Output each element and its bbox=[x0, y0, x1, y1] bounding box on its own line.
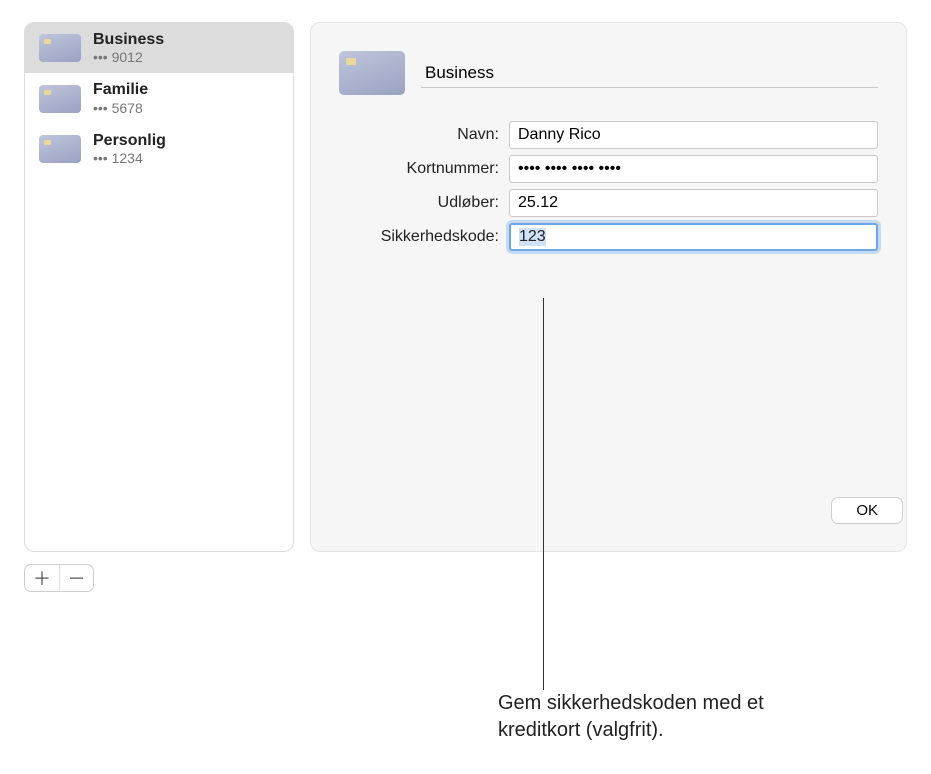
card-item-title: Personlig bbox=[93, 132, 166, 150]
card-item-title: Business bbox=[93, 31, 164, 49]
callout-leader-line bbox=[543, 298, 544, 690]
plus-icon: ＋ bbox=[33, 565, 51, 591]
credit-card-icon bbox=[339, 51, 405, 95]
label-expiry: Udløber: bbox=[339, 194, 509, 212]
ok-button[interactable]: OK bbox=[831, 497, 903, 524]
label-name: Navn: bbox=[339, 126, 509, 144]
cardholder-name-input[interactable] bbox=[509, 121, 878, 149]
card-list-item-business[interactable]: Business ••• 9012 bbox=[25, 23, 293, 73]
security-code-input[interactable]: 123 bbox=[509, 223, 878, 251]
card-number-input[interactable] bbox=[509, 155, 878, 183]
minus-icon: － bbox=[68, 565, 86, 591]
credit-card-icon bbox=[39, 85, 81, 113]
add-remove-group: ＋ － bbox=[24, 564, 94, 592]
label-security-code: Sikkerhedskode: bbox=[339, 228, 509, 246]
add-card-button[interactable]: ＋ bbox=[25, 565, 59, 591]
expiry-input[interactable] bbox=[509, 189, 878, 217]
card-item-last4: ••• 5678 bbox=[93, 100, 148, 116]
callout-text: Gem sikkerhedskoden med et kreditkort (v… bbox=[498, 690, 828, 744]
card-item-title: Familie bbox=[93, 81, 148, 99]
card-list-item-familie[interactable]: Familie ••• 5678 bbox=[25, 73, 293, 123]
card-list-item-personlig[interactable]: Personlig ••• 1234 bbox=[25, 124, 293, 174]
card-detail-panel: Navn: Kortnummer: Udløber: Sikkerhedskod… bbox=[310, 22, 907, 552]
card-item-last4: ••• 9012 bbox=[93, 49, 164, 65]
card-item-last4: ••• 1234 bbox=[93, 150, 166, 166]
remove-card-button[interactable]: － bbox=[59, 565, 93, 591]
card-title-input[interactable] bbox=[421, 58, 878, 88]
card-list: Business ••• 9012 Familie ••• 5678 Perso… bbox=[24, 22, 294, 552]
credit-card-icon bbox=[39, 34, 81, 62]
credit-card-settings-window: Business ••• 9012 Familie ••• 5678 Perso… bbox=[0, 0, 931, 622]
credit-card-icon bbox=[39, 135, 81, 163]
label-card-number: Kortnummer: bbox=[339, 160, 509, 178]
